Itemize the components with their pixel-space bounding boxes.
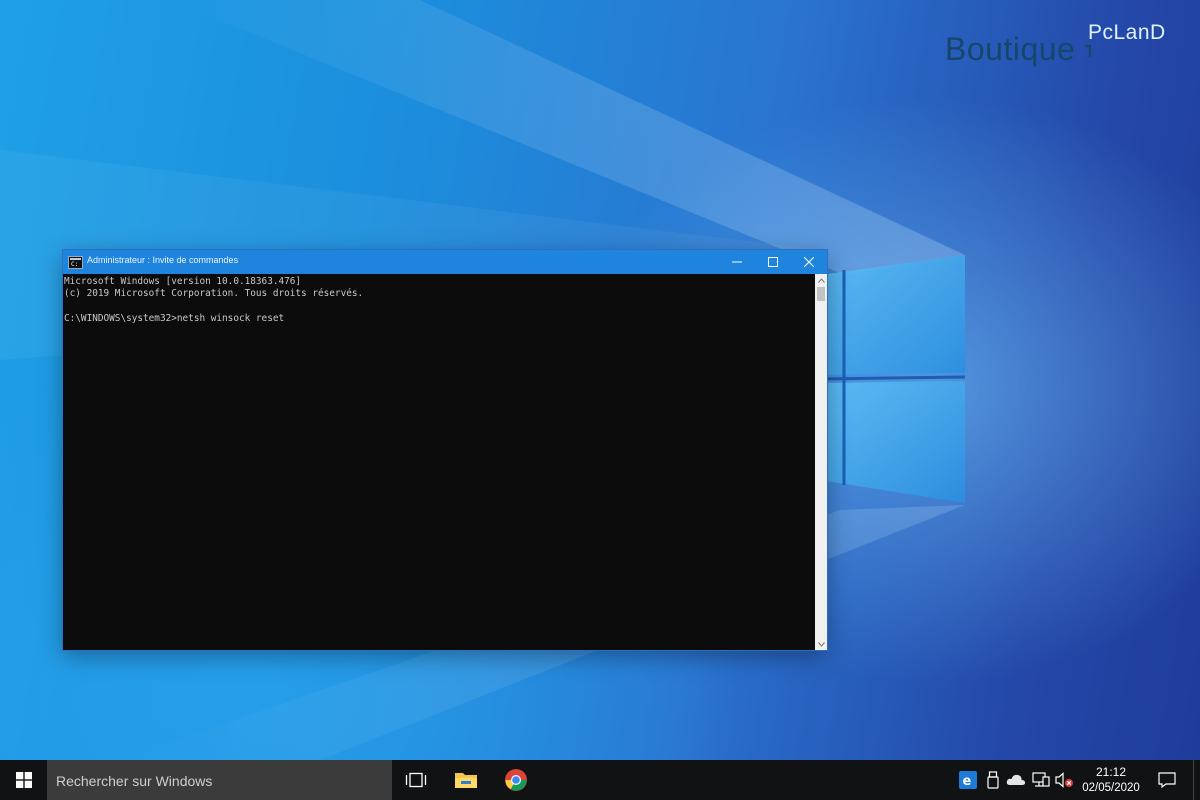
- console-line: Microsoft Windows [version 10.0.18363.47…: [64, 276, 302, 287]
- watermark-boutique-text: Boutique: [945, 31, 1076, 67]
- edge-tray-button[interactable]: e: [958, 770, 978, 790]
- chevron-down-icon: [817, 641, 825, 647]
- windows-start-icon: [15, 772, 32, 788]
- file-explorer-icon: [455, 773, 477, 788]
- svg-text:e: e: [963, 774, 972, 789]
- window-title: Administrateur : Invite de commandes: [87, 255, 239, 265]
- vertical-scrollbar[interactable]: [815, 274, 827, 650]
- console-icon: C:: [68, 256, 83, 269]
- windows-logo-wallpaper: [820, 255, 966, 503]
- show-desktop-button[interactable]: [1193, 760, 1200, 800]
- console-prompt-line: C:\WINDOWS\system32>netsh winsock reset: [64, 312, 285, 324]
- network-icon: [1032, 772, 1050, 787]
- volume-tray-button[interactable]: [1054, 770, 1074, 790]
- close-icon: [804, 257, 814, 267]
- maximize-icon: [768, 257, 778, 267]
- desktop-background: Boutique PcLanD C: Administrateur : Invi…: [0, 0, 1200, 760]
- volume-muted-icon: [1055, 772, 1073, 788]
- watermark-hook-mark: [1085, 44, 1092, 57]
- file-explorer-button[interactable]: [442, 760, 490, 800]
- console-output[interactable]: Microsoft Windows [version 10.0.18363.47…: [63, 274, 815, 650]
- search-placeholder: Rechercher sur Windows: [56, 773, 213, 789]
- chrome-button[interactable]: [492, 760, 540, 800]
- chevron-up-icon: [817, 277, 825, 283]
- task-view-icon: [405, 772, 427, 788]
- onedrive-icon: [1006, 774, 1026, 785]
- chrome-icon: [505, 769, 527, 791]
- edge-icon: e: [959, 771, 977, 789]
- taskbar: Rechercher sur Windows e 21:12 02/05/202…: [0, 760, 1200, 800]
- boutique-pcland-watermark: Boutique PcLanD: [945, 21, 1185, 75]
- scroll-down-button[interactable]: [815, 638, 827, 650]
- start-button[interactable]: [0, 760, 47, 800]
- scroll-up-button[interactable]: [815, 274, 827, 286]
- task-view-button[interactable]: [392, 760, 440, 800]
- svg-text:C:: C:: [71, 261, 78, 267]
- action-center-button[interactable]: [1150, 760, 1184, 800]
- clock-date: 02/05/2020: [1082, 782, 1140, 794]
- usb-tray-button[interactable]: [983, 770, 1003, 790]
- usb-device-icon: [987, 771, 999, 789]
- clock-time: 21:12: [1095, 765, 1127, 779]
- console-line: (c) 2019 Microsoft Corporation. Tous dro…: [64, 288, 364, 300]
- minimize-button[interactable]: [719, 250, 755, 274]
- scrollbar-thumb[interactable]: [817, 287, 825, 301]
- command-prompt-window[interactable]: C: Administrateur : Invite de commandes: [63, 250, 827, 650]
- maximize-button[interactable]: [755, 250, 791, 274]
- minimize-icon: [732, 261, 742, 263]
- window-titlebar[interactable]: C: Administrateur : Invite de commandes: [63, 250, 827, 274]
- close-button[interactable]: [791, 250, 827, 274]
- search-input[interactable]: Rechercher sur Windows: [47, 760, 392, 800]
- onedrive-tray-button[interactable]: [1006, 770, 1026, 790]
- action-center-icon: [1158, 772, 1176, 788]
- watermark-pcland-text: PcLanD: [1088, 21, 1166, 44]
- taskbar-clock[interactable]: 21:12 02/05/2020: [1078, 764, 1144, 796]
- network-tray-button[interactable]: [1031, 770, 1051, 790]
